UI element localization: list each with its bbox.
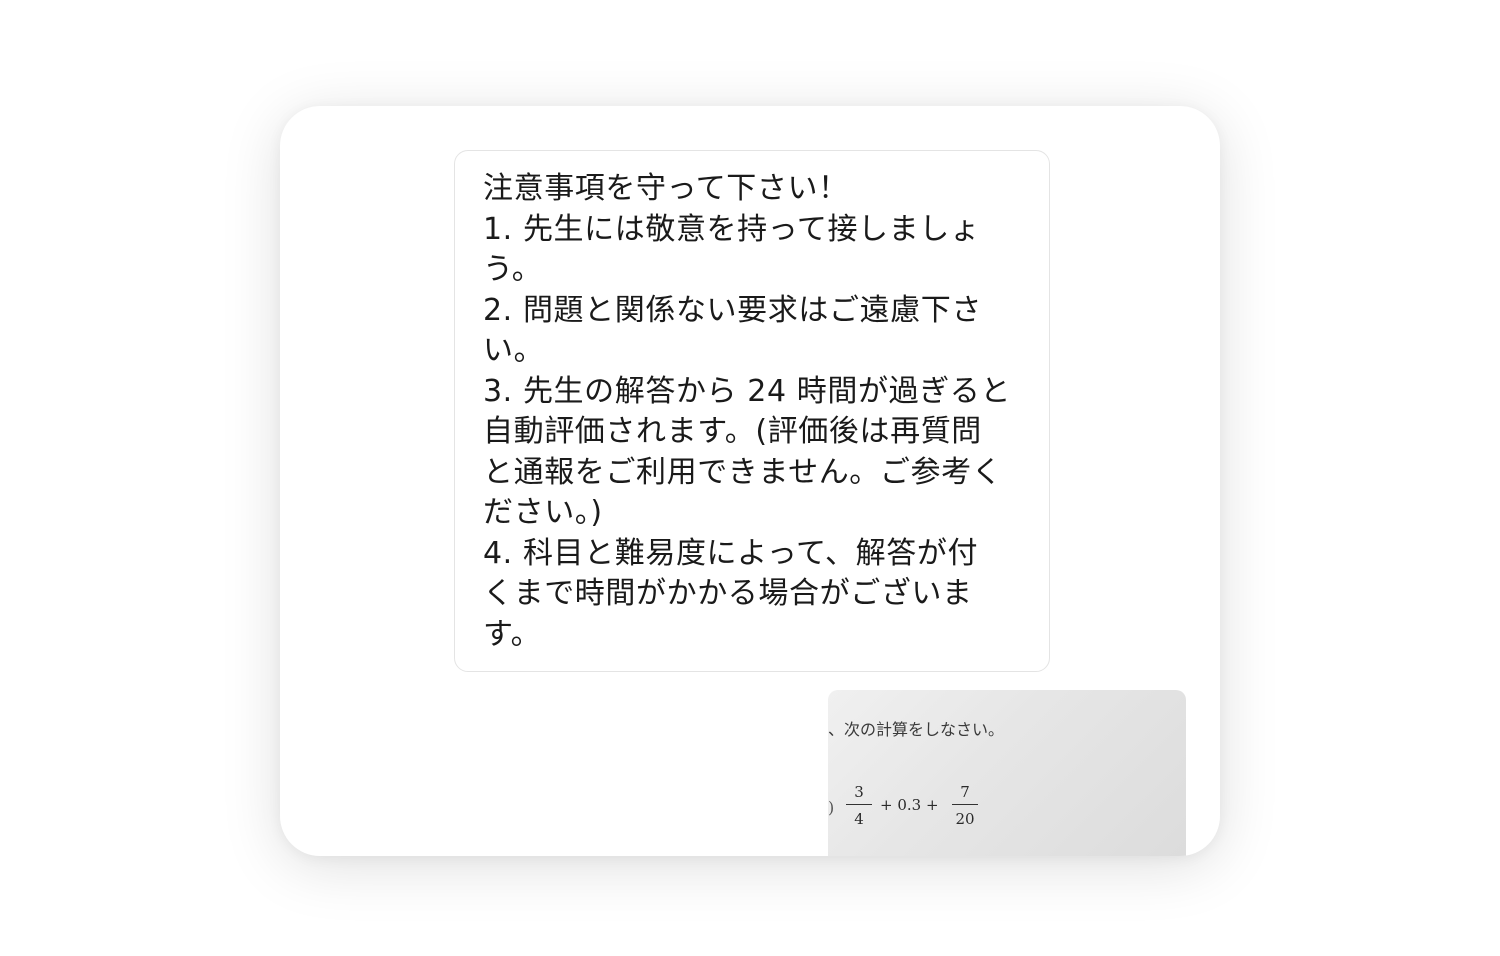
notice-line: 自動評価されます。(評価後は再質問 <box>483 414 982 449</box>
notice-line: す。 <box>483 616 542 652</box>
notice-line: と通報をご利用できません。ご参考く <box>483 454 1003 490</box>
notice-message-bubble: 注意事項を守って下さい！ 1. 先生には敬意を持って接しましょ う。 2. 問題… <box>454 150 1050 672</box>
notice-line: 1. 先生には敬意を持って接しましょ <box>483 211 981 247</box>
fraction-bar <box>952 804 978 805</box>
notice-line: う。 <box>483 252 543 287</box>
chat-card: 注意事項を守って下さい！ 1. 先生には敬意を持って接しましょ う。 2. 問題… <box>280 106 1220 856</box>
notice-line: くまで時間がかかる場合がございま <box>483 576 973 611</box>
notice-line: い。 <box>483 333 545 368</box>
notice-line: ださい。) <box>483 495 603 530</box>
fraction-seven-twentieths: 7 20 <box>952 782 978 829</box>
fraction-bar <box>846 804 872 805</box>
fraction-numerator: 7 <box>960 783 970 801</box>
fraction-numerator: 3 <box>854 783 864 801</box>
fraction-denominator: 20 <box>955 810 975 828</box>
fraction-denominator: 4 <box>854 810 864 828</box>
notice-title: 注意事項を守って下さい！ <box>483 171 849 206</box>
problem-instruction: 、次の計算をしなさい。 <box>828 720 1005 739</box>
fraction-three-quarters: 3 4 <box>846 782 872 829</box>
attached-problem-photo[interactable]: 、次の計算をしなさい。 ) 3 4 + 0.3 + 7 20 <box>828 690 1186 856</box>
problem-number-paren: ) <box>828 798 835 817</box>
notice-line: 2. 問題と関係ない要求はご遠慮下さ <box>483 292 982 328</box>
math-operator: + 0.3 + <box>880 796 939 814</box>
notice-line: 3. 先生の解答から 24 時間が過ぎると <box>483 373 1012 409</box>
notice-line: 4. 科目と難易度によって、解答が付 <box>483 535 979 571</box>
